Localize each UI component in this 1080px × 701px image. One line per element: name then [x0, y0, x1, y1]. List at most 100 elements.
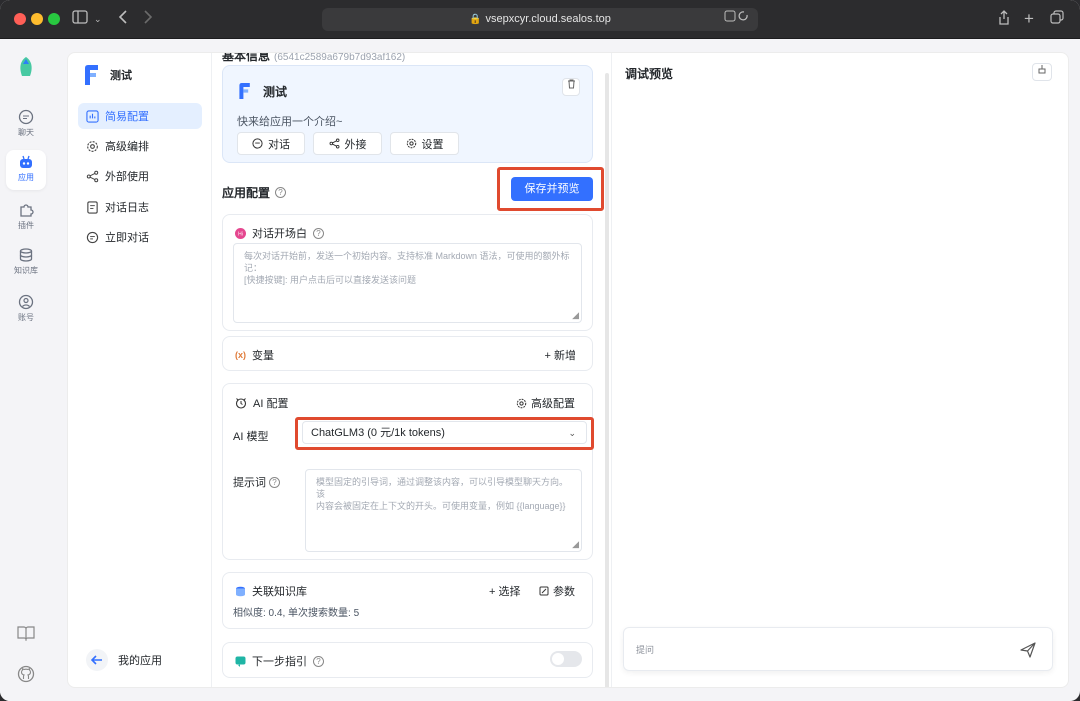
chat-bubble-icon — [86, 231, 99, 243]
prompt-textarea[interactable]: 模型固定的引导词，通过调整该内容，可以引导模型聊天方向。该 内容会被固定在上下文… — [305, 469, 582, 552]
opening-message-textarea[interactable]: 每次对话开始前，发送一个初始内容。支持标准 Markdown 语法，可使用的额外… — [233, 243, 582, 323]
share-icon[interactable] — [998, 10, 1010, 29]
sidebar-toggle-icon[interactable] — [72, 10, 88, 28]
kb-summary: 相似度: 0.4, 单次搜索数量: 5 — [233, 608, 360, 619]
github-icon[interactable] — [17, 665, 35, 683]
app-editor-card: 测试 简易配置 高级编排 外部使用 对话日志 立即对话 我的应用 基本信息 (6… — [67, 52, 1069, 688]
chevron-down-icon[interactable]: ⌄ — [94, 10, 102, 28]
trash-icon — [567, 79, 575, 89]
help-icon[interactable]: ? — [313, 227, 324, 239]
nav-item-plugins[interactable]: 插件 — [6, 198, 46, 238]
gear-icon — [87, 140, 98, 152]
lock-icon: 🔒 — [469, 14, 482, 25]
basic-info-app-name: 测试 — [237, 82, 287, 100]
advanced-config-button[interactable]: 高级配置 — [516, 395, 575, 411]
gear-icon — [406, 138, 416, 149]
chat-button[interactable]: 对话 — [237, 132, 305, 155]
highlight-frame — [295, 417, 594, 450]
nav-item-label: 聊天 — [18, 128, 34, 137]
config-column: 基本信息 (6541c2589a679b7d93af162) 测试 快来给应用一个… — [212, 53, 611, 687]
share-nodes-icon — [86, 170, 99, 182]
variable-icon: (x) — [235, 350, 246, 360]
chat-input[interactable]: 提问 — [623, 627, 1053, 671]
resize-handle-icon[interactable]: ◢ — [572, 309, 579, 321]
chat-icon — [252, 138, 263, 149]
alarm-icon — [235, 398, 247, 409]
back-label: 我的应用 — [118, 655, 162, 667]
nav-item-chat[interactable]: 聊天 — [6, 105, 46, 145]
nav-item-apps[interactable]: 应用 — [6, 150, 46, 190]
maximize-window-button[interactable] — [48, 13, 60, 25]
nav-item-account[interactable]: 账号 — [6, 290, 46, 330]
save-and-preview-button[interactable]: 保存并预览 — [511, 177, 593, 201]
help-icon[interactable]: ? — [269, 476, 280, 488]
translate-reload-icons[interactable] — [724, 8, 750, 31]
new-tab-icon[interactable]: + — [1024, 10, 1034, 28]
chat-icon — [18, 109, 34, 125]
share-nodes-icon — [329, 138, 339, 149]
menu-item-label: 立即对话 — [105, 232, 149, 244]
browser-window: ⌄ 🔒 vsepxcyr.cloud.sealos.top + 聊天 应用 插件… — [0, 0, 1080, 701]
settings-button[interactable]: 设置 — [390, 132, 459, 155]
close-window-button[interactable] — [14, 13, 26, 25]
next-guide-header: 下一步指引 ? — [235, 653, 324, 669]
next-guide-toggle[interactable] — [550, 651, 582, 667]
menu-item-start-chat[interactable]: 立即对话 — [78, 224, 202, 250]
next-guide-section: 下一步指引 ? — [222, 642, 593, 678]
menu-item-external-use[interactable]: 外部使用 — [78, 163, 202, 189]
nav-item-label: 插件 — [18, 221, 34, 230]
clear-chat-button[interactable] — [1032, 63, 1052, 81]
knowledge-base-section: 关联知识库 + 选择 参数 相似度: 0.4, 单次搜索数量: 5 — [222, 572, 593, 629]
prompt-label: 提示词 ? — [233, 474, 280, 490]
menu-item-label: 外部使用 — [105, 171, 149, 183]
broom-icon — [1038, 65, 1046, 74]
edit-icon — [539, 586, 549, 596]
help-icon[interactable]: ? — [313, 655, 324, 667]
ai-model-label: AI 模型 — [233, 431, 269, 443]
preview-title: 调试预览 — [625, 67, 674, 81]
gear-icon — [516, 398, 527, 408]
minimize-window-button[interactable] — [31, 13, 43, 25]
basic-info-card: 测试 快来给应用一个介绍~ 对话 外接 设置 — [222, 65, 593, 163]
nav-item-label: 账号 — [18, 313, 34, 322]
kb-params-button[interactable]: 参数 — [539, 583, 575, 599]
database-icon — [236, 586, 245, 596]
scrollbar[interactable] — [605, 73, 609, 687]
tabs-overview-icon[interactable] — [1050, 10, 1064, 28]
address-bar[interactable]: 🔒 vsepxcyr.cloud.sealos.top — [322, 8, 758, 31]
app-name: 测试 — [110, 70, 132, 82]
variables-section: (x) 变量 + 新增 — [222, 336, 593, 371]
hi-icon: Hi — [235, 227, 246, 239]
menu-item-chat-logs[interactable]: 对话日志 — [78, 194, 202, 220]
chart-icon — [86, 109, 99, 123]
app-intro: 快来给应用一个介绍~ — [237, 116, 343, 128]
app-avatar-icon — [239, 83, 250, 99]
back-to-my-apps[interactable]: 我的应用 — [86, 649, 162, 671]
menu-item-advanced-orchestration[interactable]: 高级编排 — [78, 133, 202, 159]
nav-item-label: 知识库 — [14, 266, 38, 275]
browser-toolbar: ⌄ 🔒 vsepxcyr.cloud.sealos.top + — [0, 0, 1080, 39]
opening-message-section: Hi 对话开场白 ? 每次对话开始前，发送一个初始内容。支持标准 Markdow… — [222, 214, 593, 331]
select-knowledge-base-button[interactable]: + 选择 — [489, 583, 520, 599]
guide-icon — [235, 656, 246, 667]
puzzle-icon — [20, 204, 34, 217]
back-icon[interactable] — [118, 10, 128, 28]
resize-handle-icon[interactable]: ◢ — [572, 538, 579, 550]
external-link-button[interactable]: 外接 — [313, 132, 382, 155]
menu-item-label: 简易配置 — [105, 111, 149, 123]
user-icon — [18, 294, 34, 310]
knowledge-base-header: 关联知识库 — [235, 583, 307, 599]
menu-item-simple-config[interactable]: 简易配置 — [78, 103, 202, 129]
logo-icon — [16, 56, 36, 78]
nav-item-knowledge-base[interactable]: 知识库 — [6, 243, 46, 283]
docs-icon[interactable] — [17, 625, 35, 643]
chat-input-placeholder: 提问 — [636, 645, 655, 655]
menu-item-label: 对话日志 — [105, 202, 149, 214]
robot-icon — [20, 155, 32, 168]
delete-app-button[interactable] — [562, 78, 580, 96]
forward-icon[interactable] — [143, 10, 153, 28]
app-header: 测试 — [82, 63, 132, 87]
add-variable-button[interactable]: + 新增 — [545, 347, 576, 363]
help-icon[interactable]: ? — [275, 187, 287, 198]
send-icon[interactable] — [1020, 642, 1036, 658]
